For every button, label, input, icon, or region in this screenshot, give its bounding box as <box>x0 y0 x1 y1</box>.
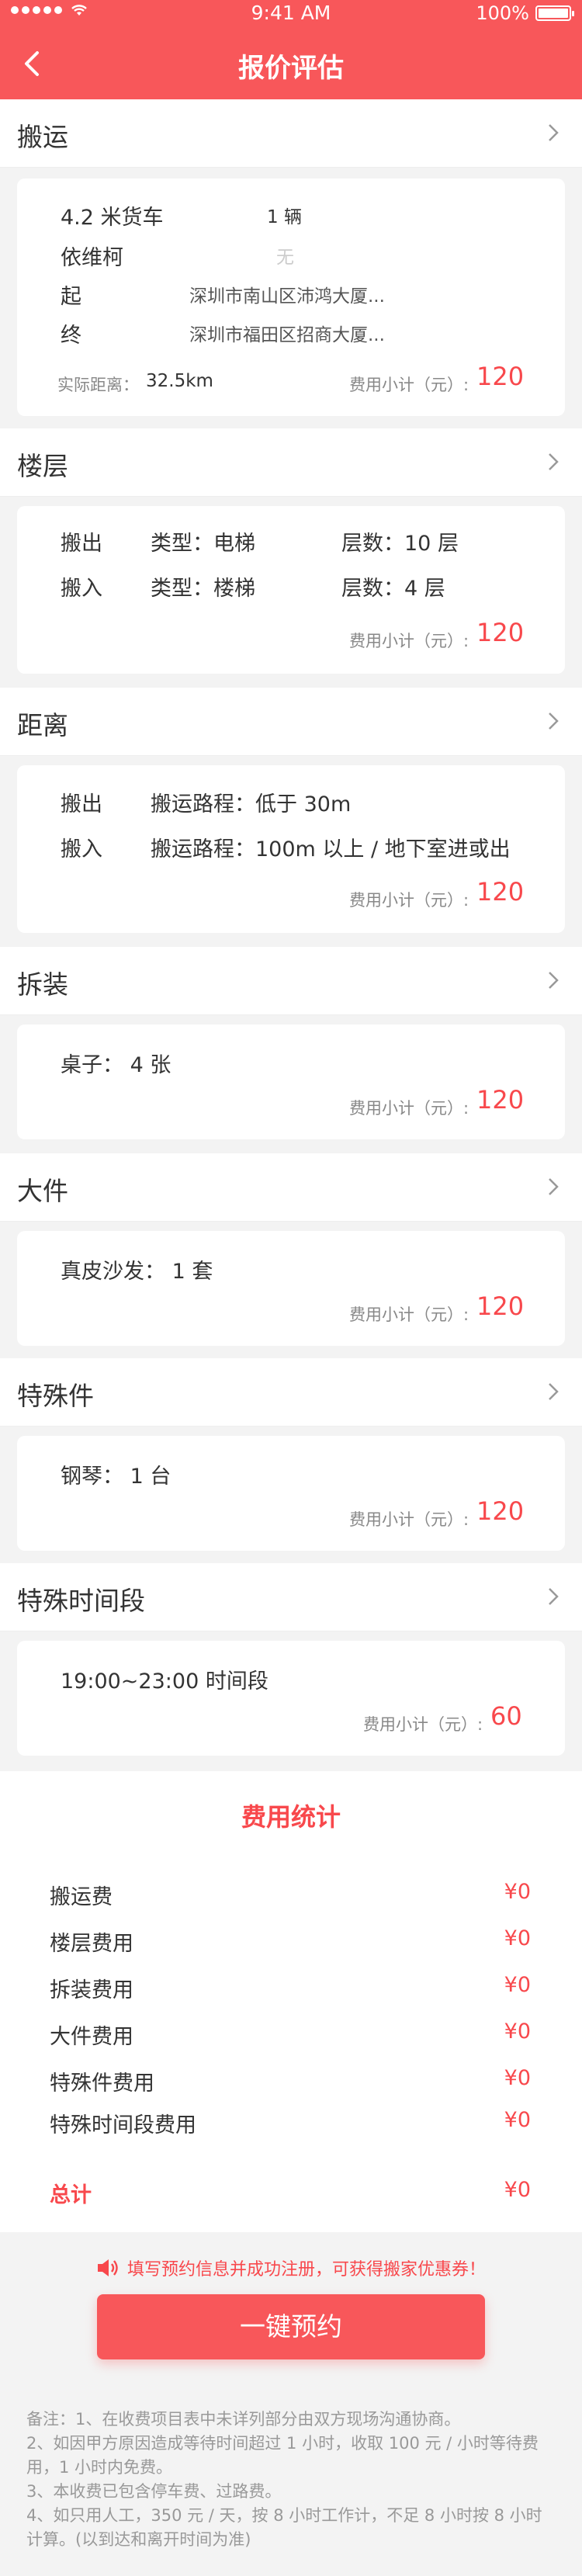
chevron-right-icon <box>549 712 559 730</box>
subtotal-label: 费用小计（元）: <box>349 632 469 650</box>
assembly-card: 桌子： 4 张 费用小计（元）: 120 <box>17 1025 565 1139</box>
battery-icon <box>535 5 574 21</box>
section-title: 拆装 <box>17 969 68 1000</box>
notice-text: 填写预约信息并成功注册，可获得搬家优惠券！ <box>126 2260 486 2280</box>
vehicle-type: 4.2 米货车 <box>61 206 164 230</box>
subtotal-value: 60 <box>490 1701 522 1731</box>
special-items-card: 钢琴： 1 台 费用小计（元）: 120 <box>17 1436 565 1551</box>
section-title: 搬运 <box>17 122 68 152</box>
special-time-card: 19:00~23:00 时间段 费用小计（元）: 60 <box>17 1641 565 1756</box>
battery-area: 100% <box>476 2 574 24</box>
section-title: 楼层 <box>17 451 68 481</box>
subtotal-label: 费用小计（元）: <box>349 1510 469 1529</box>
chevron-right-icon <box>549 1588 559 1605</box>
from-address: 深圳市南山区沛鸿大厦... <box>189 286 385 307</box>
move-card: 4.2 米货车 1 辆 依维柯 无 起 深圳市南山区沛鸿大厦... 终 深圳市福… <box>17 179 565 416</box>
section-header-assembly[interactable]: 拆装 <box>0 947 582 1015</box>
status-bar: 9:41 AM 100% <box>0 0 582 28</box>
subtotal-label: 费用小计（元）: <box>349 891 469 910</box>
large-item: 真皮沙发： 1 套 <box>61 1260 213 1284</box>
distance-value: 32.5km <box>146 371 213 391</box>
subtotal-value: 120 <box>476 1085 525 1115</box>
section-title: 特殊件 <box>17 1381 94 1411</box>
distance-card: 搬出 搬运路程：低于 30m 搬入 搬运路程：100m 以上 / 地下室进或出 … <box>17 765 565 933</box>
from-label: 起 <box>61 285 81 309</box>
move-out-label: 搬出 <box>61 532 102 556</box>
section-header-large[interactable]: 大件 <box>0 1153 582 1222</box>
chevron-right-icon <box>549 1383 559 1400</box>
book-now-button[interactable]: 一键预约 <box>97 2294 485 2359</box>
subtotal-label: 费用小计（元）: <box>349 1099 469 1118</box>
move-in-label: 搬入 <box>61 577 102 601</box>
move-in-distance: 搬运路程：100m 以上 / 地下室进或出 <box>151 837 511 862</box>
floor-card: 搬出 类型：电梯 层数：10 层 搬入 类型：楼梯 层数：4 层 费用小计（元）… <box>17 506 565 674</box>
subtotal-value: 120 <box>476 1496 525 1526</box>
chevron-right-icon <box>549 1178 559 1195</box>
section-header-move[interactable]: 搬运 <box>0 99 582 168</box>
page-title: 报价评估 <box>238 53 344 84</box>
fee-row-label: 搬运费 <box>50 1885 113 1909</box>
section-title: 距离 <box>17 710 68 740</box>
fee-row-value: ¥0 <box>504 2108 531 2132</box>
fee-row-label: 特殊时间段费用 <box>50 2113 196 2137</box>
assembly-item: 桌子： 4 张 <box>61 1053 171 1077</box>
move-out-distance: 搬运路程：低于 30m <box>151 792 352 816</box>
move-in-type: 类型：楼梯 <box>151 577 255 601</box>
total-value: ¥0 <box>504 2178 531 2202</box>
battery-percent: 100% <box>476 2 529 24</box>
nav-bar: 报价评估 <box>0 28 582 99</box>
subtotal-value: 120 <box>476 1291 525 1321</box>
total-label: 总计 <box>50 2183 92 2207</box>
subtotal-value: 120 <box>476 362 525 391</box>
move-out-floor: 层数：10 层 <box>341 532 459 556</box>
fee-row-value: ¥0 <box>504 2020 531 2044</box>
stats-title: 费用统计 <box>241 1802 341 1832</box>
remark-line: 3、本收费已包含停车费、过路费。 <box>26 2482 282 2501</box>
helper-label: 依维柯 <box>61 246 123 270</box>
subtotal-label: 费用小计（元）: <box>349 376 469 394</box>
chevron-right-icon <box>549 124 559 141</box>
special-item: 钢琴： 1 台 <box>61 1465 171 1489</box>
coupon-notice: 填写预约信息并成功注册，可获得搬家优惠券！ <box>0 2255 582 2281</box>
subtotal-value: 120 <box>476 618 525 647</box>
section-title: 特殊时间段 <box>17 1586 145 1616</box>
fee-row-label: 大件费用 <box>50 2025 133 2049</box>
remark-line: 4、如只用人工，350 元 / 天，按 8 小时工作计，不足 8 小时按 8 小… <box>26 2506 542 2549</box>
distance-label: 实际距离： <box>57 376 139 394</box>
vehicle-count: 1 辆 <box>267 207 302 227</box>
move-out-label: 搬出 <box>61 792 102 816</box>
fee-row-value: ¥0 <box>504 1926 531 1950</box>
chevron-right-icon <box>549 972 559 989</box>
fee-statistics: 费用统计 搬运费 ¥0 楼层费用 ¥0 拆装费用 ¥0 大件费用 ¥0 特殊件费… <box>0 1771 582 2232</box>
subtotal-label: 费用小计（元）: <box>349 1305 469 1324</box>
fee-row-label: 楼层费用 <box>50 1932 133 1956</box>
remarks: 备注：1、在收费项目表中未详列部分由双方现场沟通协商。 2、如因甲方原因造成等待… <box>26 2408 554 2552</box>
special-time-item: 19:00~23:00 时间段 <box>61 1669 268 1694</box>
section-header-floor[interactable]: 楼层 <box>0 428 582 497</box>
to-address: 深圳市福田区招商大厦... <box>189 325 385 345</box>
fee-row-value: ¥0 <box>504 1880 531 1904</box>
section-title: 大件 <box>17 1176 68 1206</box>
speaker-icon <box>97 2259 118 2276</box>
fee-row-value: ¥0 <box>504 2066 531 2090</box>
section-header-special-time[interactable]: 特殊时间段 <box>0 1563 582 1631</box>
fee-row-value: ¥0 <box>504 1973 531 1997</box>
remark-line: 备注：1、在收费项目表中未详列部分由双方现场沟通协商。 <box>26 2410 461 2429</box>
fee-row-label: 拆装费用 <box>50 1978 133 2002</box>
subtotal-label: 费用小计（元）: <box>363 1715 483 1734</box>
section-header-special[interactable]: 特殊件 <box>0 1358 582 1427</box>
chevron-right-icon <box>549 453 559 470</box>
large-items-card: 真皮沙发： 1 套 费用小计（元）: 120 <box>17 1231 565 1346</box>
move-in-floor: 层数：4 层 <box>341 577 445 601</box>
remark-line: 2、如因甲方原因造成等待时间超过 1 小时，收取 100 元 / 小时等待费用，… <box>26 2434 539 2477</box>
subtotal-value: 120 <box>476 877 525 907</box>
to-label: 终 <box>61 324 81 348</box>
section-header-distance[interactable]: 距离 <box>0 688 582 756</box>
move-out-type: 类型：电梯 <box>151 532 255 556</box>
helper-value: 无 <box>276 248 294 268</box>
fee-row-label: 特殊件费用 <box>50 2072 154 2096</box>
move-in-label: 搬入 <box>61 837 102 862</box>
